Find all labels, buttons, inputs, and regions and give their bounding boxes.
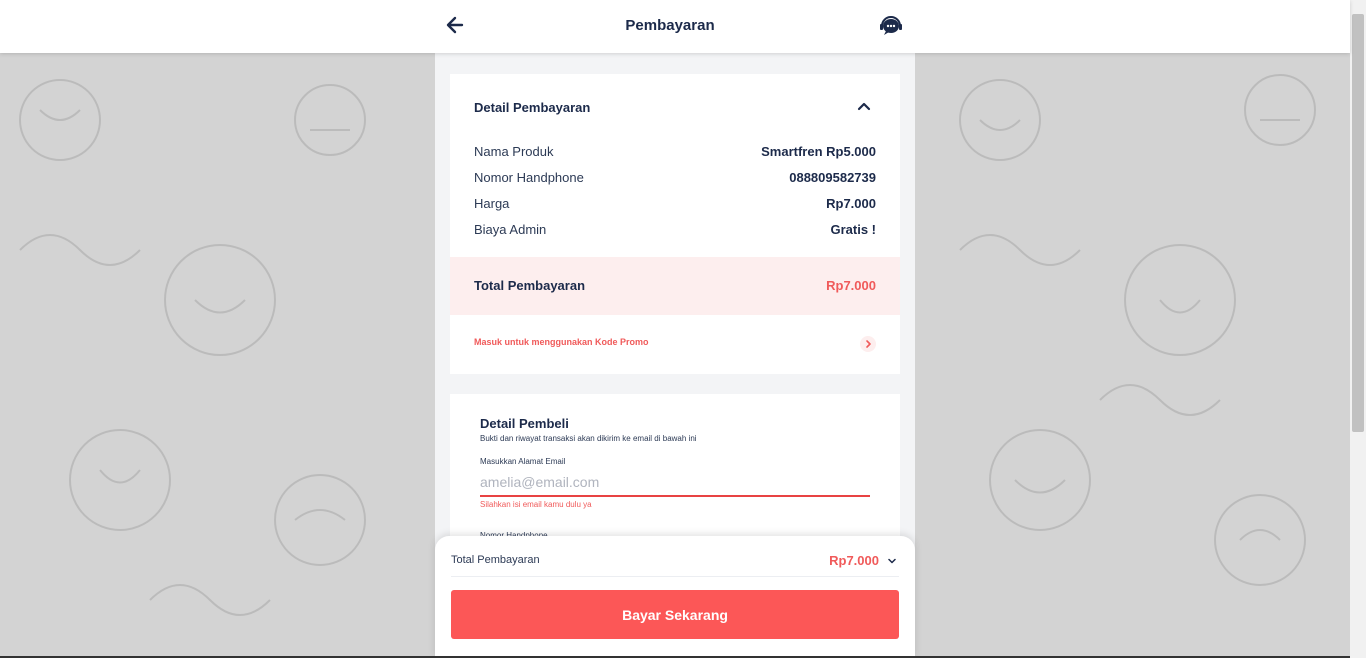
row-value: Rp7.000 xyxy=(826,196,876,211)
customer-service-chat-icon[interactable] xyxy=(878,14,904,38)
vertical-scrollbar[interactable] xyxy=(1350,0,1366,658)
total-payment-band: Total Pembayaran Rp7.000 xyxy=(450,257,900,315)
payment-details-title: Detail Pembayaran xyxy=(474,100,591,115)
pay-now-button[interactable]: Bayar Sekarang xyxy=(451,590,899,639)
buyer-details-title: Detail Pembeli xyxy=(480,416,569,431)
arrow-left-icon[interactable] xyxy=(444,14,466,36)
scrollbar-thumb[interactable] xyxy=(1352,14,1364,432)
row-price: Harga Rp7.000 xyxy=(474,196,876,216)
email-error-message: Silahkan isi email kamu dulu ya xyxy=(480,500,592,509)
divider xyxy=(451,576,899,577)
email-field[interactable] xyxy=(480,473,870,497)
row-phone-number: Nomor Handphone 088809582739 xyxy=(474,170,876,190)
total-payment-value: Rp7.000 xyxy=(826,278,876,293)
row-label: Biaya Admin xyxy=(474,222,547,237)
row-value: Smartfren Rp5.000 xyxy=(761,144,876,159)
chevron-up-icon[interactable] xyxy=(854,98,874,114)
email-field-label: Masukkan Alamat Email xyxy=(480,457,566,466)
buyer-details-subtitle: Bukti dan riwayat transaksi akan dikirim… xyxy=(480,434,697,443)
row-value: Gratis ! xyxy=(830,222,876,237)
bottom-total-value: Rp7.000 xyxy=(829,553,879,568)
promo-code-link[interactable]: Masuk untuk menggunakan Kode Promo xyxy=(450,315,900,374)
bottom-total-label: Total Pembayaran xyxy=(451,554,540,566)
row-label: Nomor Handphone xyxy=(474,170,584,185)
total-payment-label: Total Pembayaran xyxy=(474,278,586,293)
row-label: Harga xyxy=(474,196,510,211)
chevron-right-icon xyxy=(860,336,876,352)
bottom-payment-bar: Total Pembayaran Rp7.000 Bayar Sekarang xyxy=(435,536,915,658)
row-admin-fee: Biaya Admin Gratis ! xyxy=(474,222,876,242)
promo-code-text: Masuk untuk menggunakan Kode Promo xyxy=(474,337,649,347)
page-title: Pembayaran xyxy=(625,17,715,34)
row-value: 088809582739 xyxy=(789,170,876,185)
top-bar: Pembayaran xyxy=(0,0,1350,53)
row-product-name: Nama Produk Smartfren Rp5.000 xyxy=(474,144,876,164)
chevron-down-icon[interactable] xyxy=(887,556,897,566)
row-label: Nama Produk xyxy=(474,144,554,159)
payment-details-card: Detail Pembayaran Nama Produk Smartfren … xyxy=(450,74,900,374)
